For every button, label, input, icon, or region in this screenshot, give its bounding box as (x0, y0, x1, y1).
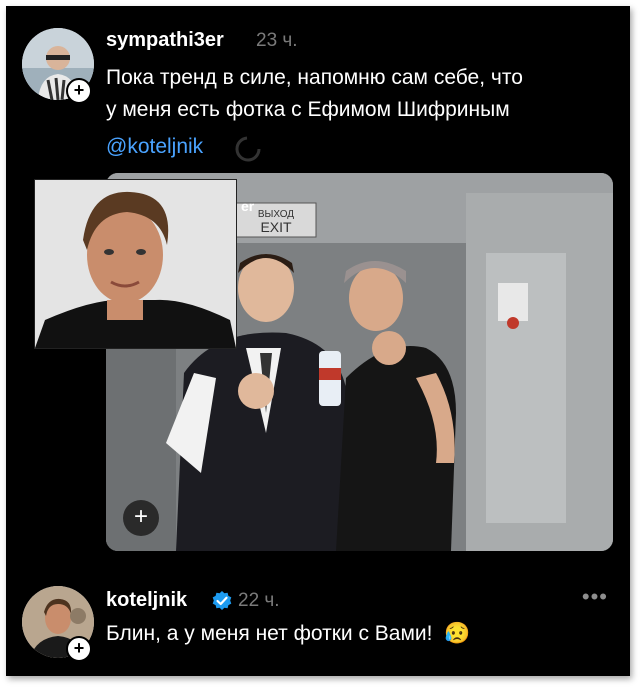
reply-username[interactable]: koteljnik (106, 589, 187, 612)
sad-emoji-icon: 😥 (444, 622, 471, 645)
post-text-line2: у меня есть фотка с Ефимом Шифриным (106, 98, 510, 121)
thread-screenshot: + sympathi3er 23 ч. Пока тренд в силе, н… (6, 6, 630, 676)
post-time: 23 ч. (256, 30, 298, 51)
reply-text-content: Блин, а у меня нет фотки с Вами! (106, 622, 433, 645)
loading-arc-icon (235, 136, 261, 162)
more-options-icon[interactable]: ••• (582, 584, 608, 610)
follow-plus-icon[interactable]: + (66, 78, 92, 104)
reply-time: 22 ч. (238, 590, 280, 611)
verified-badge-icon (212, 591, 232, 610)
post-username[interactable]: sympathi3er (106, 29, 224, 52)
photo-partial-text: er (241, 198, 255, 214)
reply-follow-plus-icon[interactable]: + (66, 636, 92, 662)
portrait-image (35, 180, 236, 348)
post-text-line1: Пока тренд в силе, напомню сам себе, что (106, 66, 523, 89)
inset-portrait (34, 179, 237, 349)
mention-link[interactable]: @koteljnik (106, 135, 203, 159)
photo-add-icon[interactable]: + (123, 500, 159, 536)
reply-text: Блин, а у меня нет фотки с Вами! 😥 (106, 618, 470, 650)
exit-sign-en: EXIT (260, 219, 292, 235)
